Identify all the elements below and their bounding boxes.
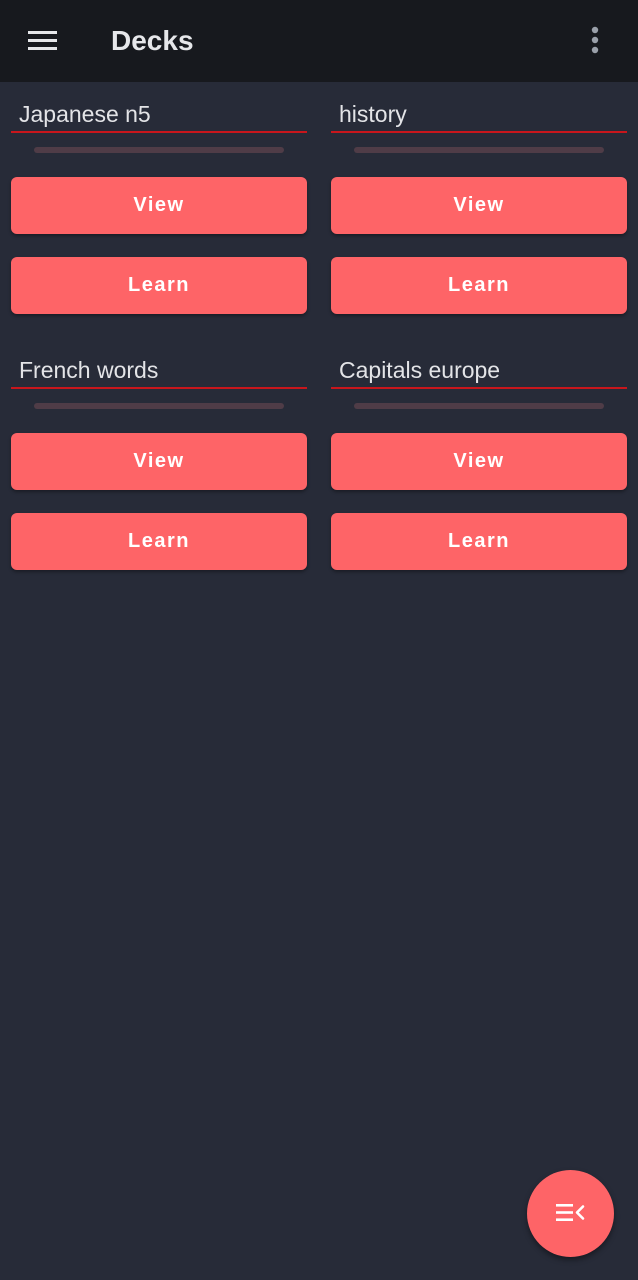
more-vert-icon <box>591 26 599 54</box>
deck-name: French words <box>11 353 307 389</box>
page-title: Decks <box>111 25 194 56</box>
deck-progress-bar <box>34 147 284 153</box>
view-button[interactable]: View <box>331 433 627 490</box>
deck-name: Japanese n5 <box>11 97 307 133</box>
learn-button[interactable]: Learn <box>11 257 307 314</box>
playlist-collapse-icon <box>556 1204 585 1221</box>
learn-button[interactable]: Learn <box>331 257 627 314</box>
learn-button[interactable]: Learn <box>331 513 627 570</box>
overflow-menu-button[interactable] <box>578 20 614 60</box>
learn-button[interactable]: Learn <box>11 513 307 570</box>
deck-name: history <box>331 97 627 133</box>
view-button[interactable]: View <box>11 177 307 234</box>
deck-progress-bar <box>354 403 604 409</box>
view-button[interactable]: View <box>331 177 627 234</box>
view-button[interactable]: View <box>11 433 307 490</box>
deck-name: Capitals europe <box>331 353 627 389</box>
hamburger-menu-icon <box>28 31 57 50</box>
deck-progress-bar <box>34 403 284 409</box>
app-bar: Decks <box>0 0 638 82</box>
menu-button[interactable] <box>20 20 64 64</box>
deck-progress-bar <box>354 147 604 153</box>
floating-action-button[interactable] <box>527 1170 614 1257</box>
